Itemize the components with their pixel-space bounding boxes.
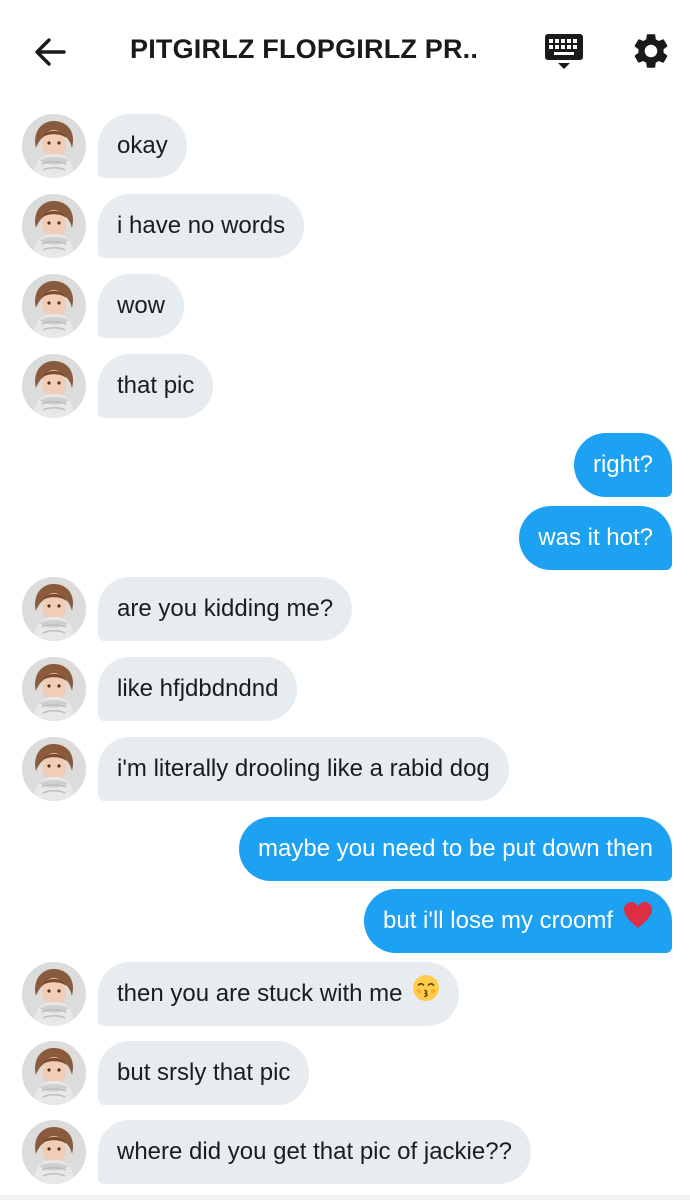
message-bubble-outgoing[interactable]: but i'll lose my croomf: [364, 889, 672, 953]
avatar[interactable]: [22, 737, 86, 801]
message-text: okay: [117, 132, 168, 159]
avatar[interactable]: [22, 354, 86, 418]
message-bubble-outgoing[interactable]: right?: [573, 433, 672, 497]
avatar[interactable]: [22, 1120, 86, 1184]
message-bubble-incoming[interactable]: like hfjdbdndnd: [98, 657, 298, 721]
message-text: wow: [117, 292, 166, 319]
message-text: then you are stuck with me: [117, 980, 403, 1007]
kissing-face-closed-eyes-emoji: [412, 963, 440, 1027]
message-bubble-incoming[interactable]: okay: [98, 114, 187, 178]
message-text: was it hot?: [538, 524, 653, 551]
avatar[interactable]: [22, 274, 86, 338]
message-bubble-incoming[interactable]: wow: [98, 274, 185, 338]
arrow-left-icon: [35, 38, 66, 66]
message-text: maybe you need to be put down then: [258, 835, 653, 862]
avatar-photo: [22, 194, 86, 258]
message-text: like hfjdbdndnd: [117, 675, 279, 702]
message-bubble-incoming[interactable]: where did you get that pic of jackie??: [98, 1120, 531, 1184]
conversation-title: PITGIRLZ FLOPGIRLZ PR...: [130, 34, 480, 64]
avatar[interactable]: [22, 114, 86, 178]
avatar-photo: [22, 114, 86, 178]
composer-divider: [0, 1195, 690, 1200]
avatar-photo: [22, 657, 86, 721]
message-bubble-outgoing[interactable]: was it hot?: [519, 506, 672, 570]
message-text: but i'll lose my croomf: [383, 907, 613, 934]
message-text: right?: [592, 451, 653, 478]
message-bubble-incoming[interactable]: are you kidding me?: [98, 577, 353, 641]
message-bubble-incoming[interactable]: i'm literally drooling like a rabid dog: [98, 737, 509, 801]
settings-button[interactable]: [630, 30, 672, 72]
message-bubble-incoming[interactable]: i have no words: [98, 194, 305, 258]
message-bubble-outgoing[interactable]: maybe you need to be put down then: [239, 817, 672, 881]
avatar-photo: [22, 962, 86, 1026]
avatar[interactable]: [22, 194, 86, 258]
message-text: i have no words: [117, 212, 286, 239]
avatar-photo: [22, 1120, 86, 1184]
message-text: that pic: [117, 372, 195, 399]
back-button[interactable]: [30, 32, 70, 72]
avatar-photo: [22, 737, 86, 801]
avatar[interactable]: [22, 657, 86, 721]
message-bubble-incoming[interactable]: that pic: [98, 354, 214, 418]
message-bubble-incoming[interactable]: then you are stuck with me: [98, 962, 460, 1027]
avatar-photo: [22, 577, 86, 641]
message-text: are you kidding me?: [117, 595, 334, 622]
gear-icon: [634, 34, 668, 68]
avatar[interactable]: [22, 1041, 86, 1105]
avatar-photo: [22, 354, 86, 418]
keyboard-button[interactable]: [543, 30, 585, 72]
avatar[interactable]: [22, 962, 86, 1026]
avatar[interactable]: [22, 577, 86, 641]
avatar-photo: [22, 274, 86, 338]
avatar-photo: [22, 1041, 86, 1105]
keyboard-icon: [545, 34, 583, 69]
message-text: but srsly that pic: [117, 1059, 291, 1086]
conversation-header: PITGIRLZ FLOPGIRLZ PR...: [0, 0, 690, 104]
message-text: where did you get that pic of jackie??: [117, 1138, 512, 1165]
message-bubble-incoming[interactable]: but srsly that pic: [98, 1041, 310, 1105]
red-heart-emoji: [623, 890, 653, 954]
message-text: i'm literally drooling like a rabid dog: [117, 755, 490, 782]
